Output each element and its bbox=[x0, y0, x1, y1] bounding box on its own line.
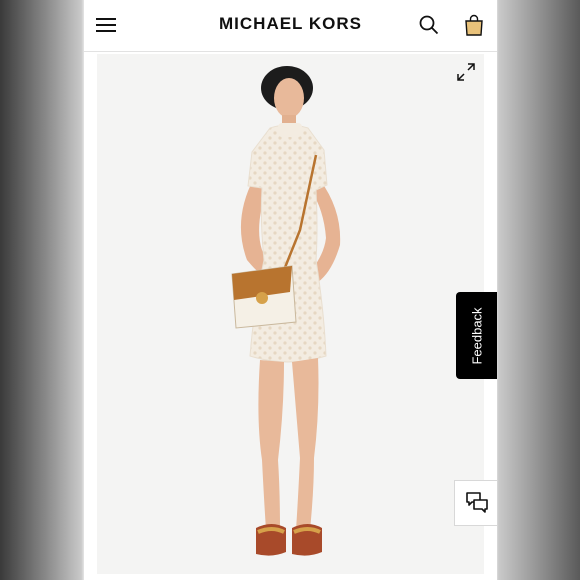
shopping-bag-icon[interactable] bbox=[464, 14, 484, 36]
chat-button[interactable] bbox=[454, 480, 497, 526]
model-illustration bbox=[231, 66, 341, 556]
search-icon[interactable] bbox=[419, 15, 439, 35]
site-header: MICHAEL KORS bbox=[84, 0, 497, 52]
feedback-button[interactable]: Feedback bbox=[456, 292, 497, 379]
expand-icon[interactable] bbox=[456, 62, 476, 82]
feedback-label: Feedback bbox=[469, 306, 484, 365]
mobile-page: MICHAEL KORS Feedback bbox=[84, 0, 497, 580]
product-image[interactable] bbox=[97, 54, 484, 574]
chat-bubbles-icon bbox=[466, 492, 488, 513]
